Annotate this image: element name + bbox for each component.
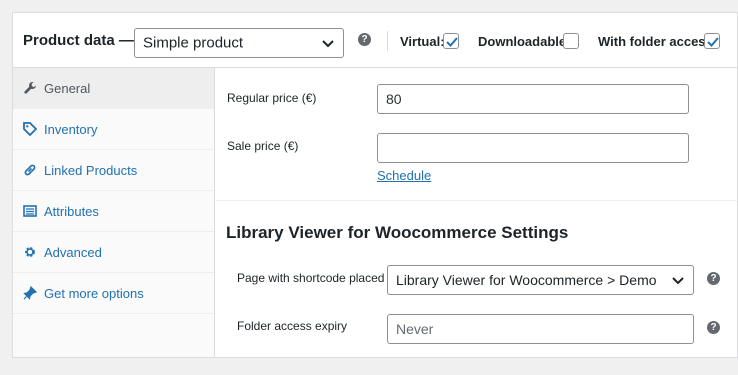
tag-icon bbox=[23, 122, 37, 136]
virtual-label: Virtual: bbox=[400, 34, 445, 49]
regular-price-label: Regular price (€) bbox=[227, 91, 317, 105]
tab-get-more-options[interactable]: Get more options bbox=[13, 273, 214, 314]
list-icon bbox=[23, 205, 37, 217]
tab-label: Get more options bbox=[44, 286, 144, 301]
product-type-select[interactable]: Simple product bbox=[134, 28, 344, 58]
product-type-value: Simple product bbox=[143, 34, 244, 52]
sale-price-label: Sale price (€) bbox=[227, 139, 299, 153]
tab-label: Inventory bbox=[44, 122, 98, 137]
page-shortcode-value: Library Viewer for Woocommerce > Demo bbox=[396, 272, 657, 288]
tab-advanced[interactable]: Advanced bbox=[13, 232, 214, 273]
checkmark-icon bbox=[707, 37, 719, 47]
tab-label: General bbox=[44, 81, 91, 96]
product-data-title: Product data — bbox=[23, 32, 134, 49]
tab-label: Linked Products bbox=[44, 163, 138, 178]
library-viewer-title: Library Viewer for Woocommerce Settings bbox=[226, 223, 569, 242]
link-icon bbox=[24, 164, 36, 176]
product-data-header: Product data — Simple product ? Virtual:… bbox=[13, 13, 738, 68]
wrench-icon bbox=[24, 82, 36, 94]
page-shortcode-select[interactable]: Library Viewer for Woocommerce > Demo bbox=[387, 265, 694, 295]
folder-expiry-placeholder: Never bbox=[396, 321, 434, 337]
folder-expiry-input[interactable]: Never bbox=[387, 314, 694, 344]
tab-general[interactable]: General bbox=[13, 68, 214, 109]
virtual-checkbox[interactable] bbox=[443, 33, 459, 49]
tab-attributes[interactable]: Attributes bbox=[13, 191, 214, 232]
sale-price-input[interactable] bbox=[377, 133, 689, 163]
product-data-tabs: General Inventory Linked Products Attrib… bbox=[13, 68, 215, 357]
product-data-panel: Product data — Simple product ? Virtual:… bbox=[12, 12, 738, 358]
folder-expiry-label: Folder access expiry bbox=[237, 319, 348, 333]
page-shortcode-help-icon[interactable]: ? bbox=[707, 272, 720, 285]
folder-expiry-help-icon[interactable]: ? bbox=[707, 321, 720, 334]
schedule-link[interactable]: Schedule bbox=[377, 168, 431, 183]
tab-inventory[interactable]: Inventory bbox=[13, 109, 214, 150]
checkmark-icon bbox=[446, 37, 458, 47]
general-options-panel: Regular price (€) 80 Sale price (€) Sche… bbox=[216, 68, 738, 357]
pin-icon bbox=[23, 286, 37, 300]
downloadable-checkbox[interactable] bbox=[563, 33, 579, 49]
regular-price-input[interactable]: 80 bbox=[377, 84, 689, 114]
folder-access-label: With folder access: bbox=[598, 34, 718, 49]
tab-label: Advanced bbox=[44, 245, 102, 260]
chevron-down-icon bbox=[322, 40, 334, 48]
gear-icon bbox=[25, 247, 35, 257]
folder-access-checkbox[interactable] bbox=[704, 33, 720, 49]
regular-price-value: 80 bbox=[386, 91, 402, 107]
chevron-down-icon bbox=[672, 277, 684, 285]
tab-linked-products[interactable]: Linked Products bbox=[13, 150, 214, 191]
tab-label: Attributes bbox=[44, 204, 99, 219]
header-divider bbox=[387, 31, 388, 51]
section-divider bbox=[216, 200, 738, 201]
downloadable-label: Downloadable: bbox=[478, 34, 571, 49]
product-type-help-icon[interactable]: ? bbox=[358, 33, 371, 46]
page-shortcode-label: Page with shortcode placed bbox=[237, 271, 385, 285]
